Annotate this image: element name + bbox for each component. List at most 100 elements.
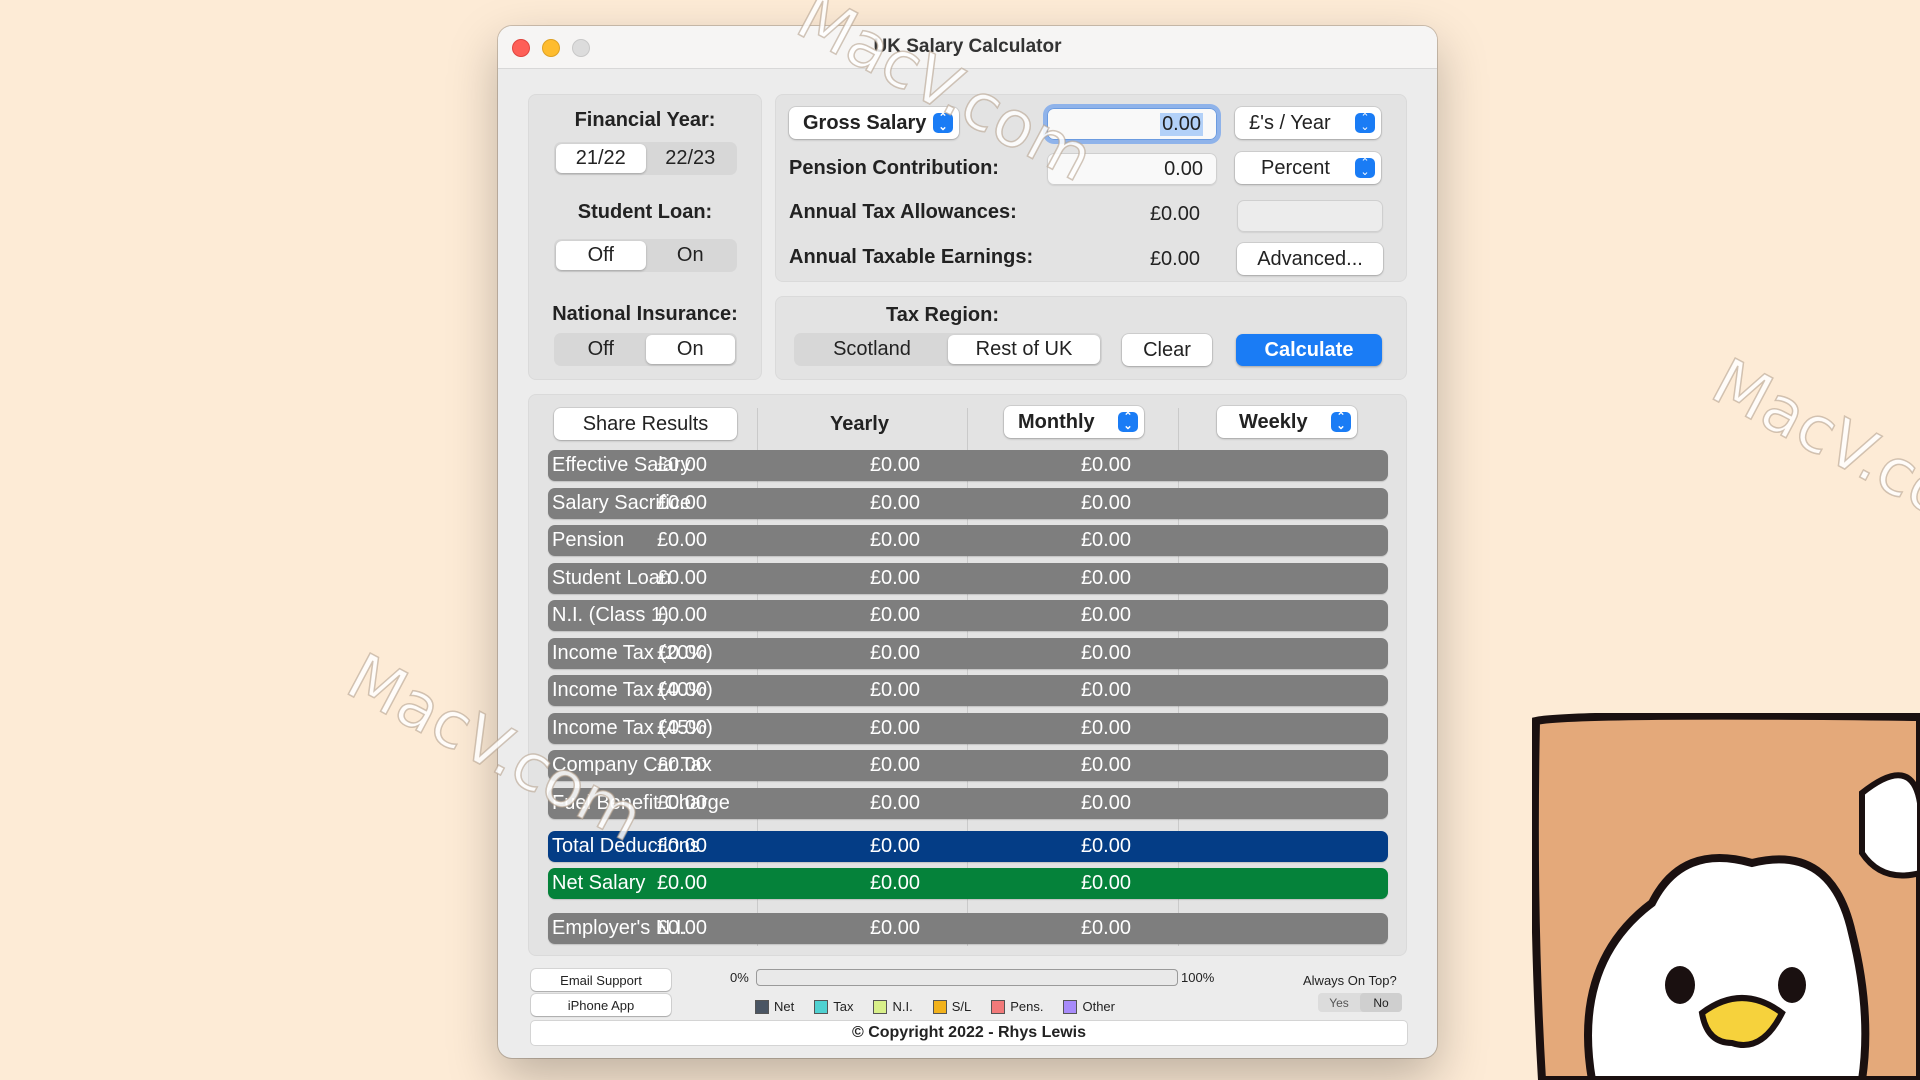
table-row: Income Tax (20%) £0.00 £0.00 £0.00 — [548, 637, 1388, 669]
always-on-top-segmented: Yes No — [1318, 993, 1402, 1012]
student-loan-label: Student Loan: — [577, 201, 713, 223]
student-loan-on[interactable]: On — [646, 241, 736, 270]
legend-item: Pens. — [991, 999, 1043, 1014]
monthly-value: £0.00 — [869, 641, 920, 664]
salary-period-value: £'s / Year — [1249, 111, 1331, 134]
popup-chevron-icon: ⌃ ⌄ — [933, 113, 953, 133]
taxable-label: Annual Taxable Earnings: — [789, 246, 1034, 268]
popup-chevron-icon: ⌃ ⌄ — [1355, 113, 1375, 133]
monthly-value: £0.00 — [869, 754, 920, 776]
yearly-value: £0.00 — [656, 454, 707, 476]
monthly-period-popup[interactable]: Monthly ⌃ ⌄ — [1004, 406, 1144, 438]
weekly-period-popup[interactable]: Weekly ⌃ ⌄ — [1217, 406, 1357, 438]
weekly-value: £0.00 — [1080, 872, 1131, 894]
legend-label: Net — [774, 999, 795, 1014]
financial-year-option-2223[interactable]: 22/23 — [646, 144, 736, 173]
table-row: Effective Salary £0.00 £0.00 £0.00 — [548, 450, 1388, 481]
monthly-value: £0.00 — [869, 566, 920, 589]
legend-swatch — [814, 999, 829, 1014]
minimize-button[interactable] — [542, 39, 560, 57]
legend-label: Other — [1082, 999, 1115, 1014]
close-button[interactable] — [512, 39, 530, 57]
legend-item: Tax — [814, 999, 853, 1014]
legend-item: Other — [1063, 999, 1115, 1014]
legend-label: N.I. — [892, 999, 913, 1014]
student-loan-segmented: Off On — [554, 239, 737, 272]
table-row: Company Car Tax £0.00 £0.00 £0.00 — [548, 750, 1388, 781]
student-loan-off[interactable]: Off — [556, 241, 646, 270]
monthly-value: £0.00 — [869, 679, 920, 701]
yearly-value: £0.00 — [656, 716, 707, 739]
legend-swatch — [991, 999, 1006, 1014]
pension-unit-popup[interactable]: Percent ⌃ ⌄ — [1235, 152, 1381, 184]
breakdown-legend: Net Tax N.I. S/L Pens. Other — [755, 999, 1115, 1014]
monthly-value: £0.00 — [869, 529, 920, 551]
always-on-top-yes[interactable]: Yes — [1318, 993, 1360, 1012]
tax-region-label: Tax Region: — [886, 304, 999, 326]
legend-swatch — [932, 999, 947, 1014]
allowances-code-input[interactable] — [1237, 200, 1383, 232]
advanced-button[interactable]: Advanced... — [1237, 243, 1383, 275]
national-insurance-on[interactable]: On — [645, 335, 735, 364]
monthly-value: £0.00 — [869, 872, 920, 894]
progress-max-label: 100% — [1181, 970, 1215, 985]
share-results-button[interactable]: Share Results — [554, 408, 737, 440]
copyright-bar: © Copyright 2022 - Rhys Lewis — [531, 1021, 1407, 1045]
popup-chevron-icon: ⌃ ⌄ — [1331, 412, 1351, 432]
monthly-value: £0.00 — [869, 716, 920, 739]
pension-input[interactable]: 0.00 — [1047, 153, 1217, 185]
financial-year-label: Financial Year: — [574, 109, 716, 131]
tax-region-scotland[interactable]: Scotland — [796, 335, 948, 364]
weekly-value: £0.00 — [1080, 791, 1131, 814]
column-header-yearly: Yearly — [830, 413, 889, 435]
title-bar[interactable]: UK Salary Calculator — [498, 26, 1437, 69]
table-row: Fuel Benefit Charge £0.00 £0.00 £0.00 — [548, 787, 1388, 819]
duck-illustration — [1532, 713, 1920, 1080]
allowances-label: Annual Tax Allowances: — [789, 201, 1017, 223]
yearly-value: £0.00 — [656, 917, 707, 939]
weekly-value: £0.00 — [1080, 679, 1131, 701]
email-support-button[interactable]: Email Support — [531, 969, 671, 991]
always-on-top-no[interactable]: No — [1360, 993, 1402, 1012]
weekly-value: £0.00 — [1080, 917, 1131, 939]
monthly-value: £0.00 — [869, 491, 920, 514]
weekly-value: £0.00 — [1080, 529, 1131, 551]
table-row: Employer's N.I. £0.00 £0.00 £0.00 — [548, 913, 1388, 944]
taxable-value: £0.00 — [1149, 248, 1200, 270]
tax-region-rest-of-uk[interactable]: Rest of UK — [948, 335, 1100, 364]
table-row: Income Tax (45%) £0.00 £0.00 £0.00 — [548, 712, 1388, 744]
row-label: Student Loan — [552, 566, 671, 589]
monthly-value: £0.00 — [869, 791, 920, 814]
weekly-value: £0.00 — [1080, 754, 1131, 776]
table-row: N.I. (Class 1) £0.00 £0.00 £0.00 — [548, 600, 1388, 631]
breakdown-progress-bar — [756, 969, 1178, 986]
table-row: Total Deductions £0.00 £0.00 £0.00 — [548, 831, 1388, 862]
row-label: N.I. (Class 1) — [552, 604, 669, 626]
national-insurance-off[interactable]: Off — [556, 335, 646, 364]
national-insurance-label: National Insurance: — [552, 303, 738, 325]
zoom-button[interactable] — [572, 39, 590, 57]
allowances-value: £0.00 — [1149, 203, 1200, 225]
yearly-value: £0.00 — [656, 491, 707, 514]
calculate-button[interactable]: Calculate — [1236, 334, 1382, 366]
clear-button[interactable]: Clear — [1122, 334, 1212, 366]
legend-swatch — [755, 999, 769, 1014]
tax-region-segmented: Scotland Rest of UK — [794, 333, 1102, 366]
financial-year-option-2122[interactable]: 21/22 — [556, 144, 646, 173]
salary-period-popup[interactable]: £'s / Year ⌃ ⌄ — [1235, 107, 1381, 139]
yearly-value: £0.00 — [656, 529, 707, 551]
table-row: Pension £0.00 £0.00 £0.00 — [548, 525, 1388, 556]
salary-type-value: Gross Salary — [803, 111, 927, 134]
iphone-app-button[interactable]: iPhone App — [531, 994, 671, 1016]
legend-item: Net — [755, 999, 794, 1014]
weekly-value: £0.00 — [1080, 604, 1131, 626]
salary-type-popup[interactable]: Gross Salary ⌃ ⌄ — [789, 107, 959, 139]
salary-input[interactable]: 0.00 — [1047, 108, 1217, 140]
weekly-value: £0.00 — [1080, 716, 1131, 739]
row-label: Pension — [552, 529, 625, 551]
legend-swatch — [1063, 999, 1078, 1014]
table-row: Student Loan £0.00 £0.00 £0.00 — [548, 562, 1388, 594]
weekly-value: £0.00 — [1080, 491, 1131, 514]
row-label: Net Salary — [552, 872, 646, 894]
yearly-value: £0.00 — [656, 566, 707, 589]
